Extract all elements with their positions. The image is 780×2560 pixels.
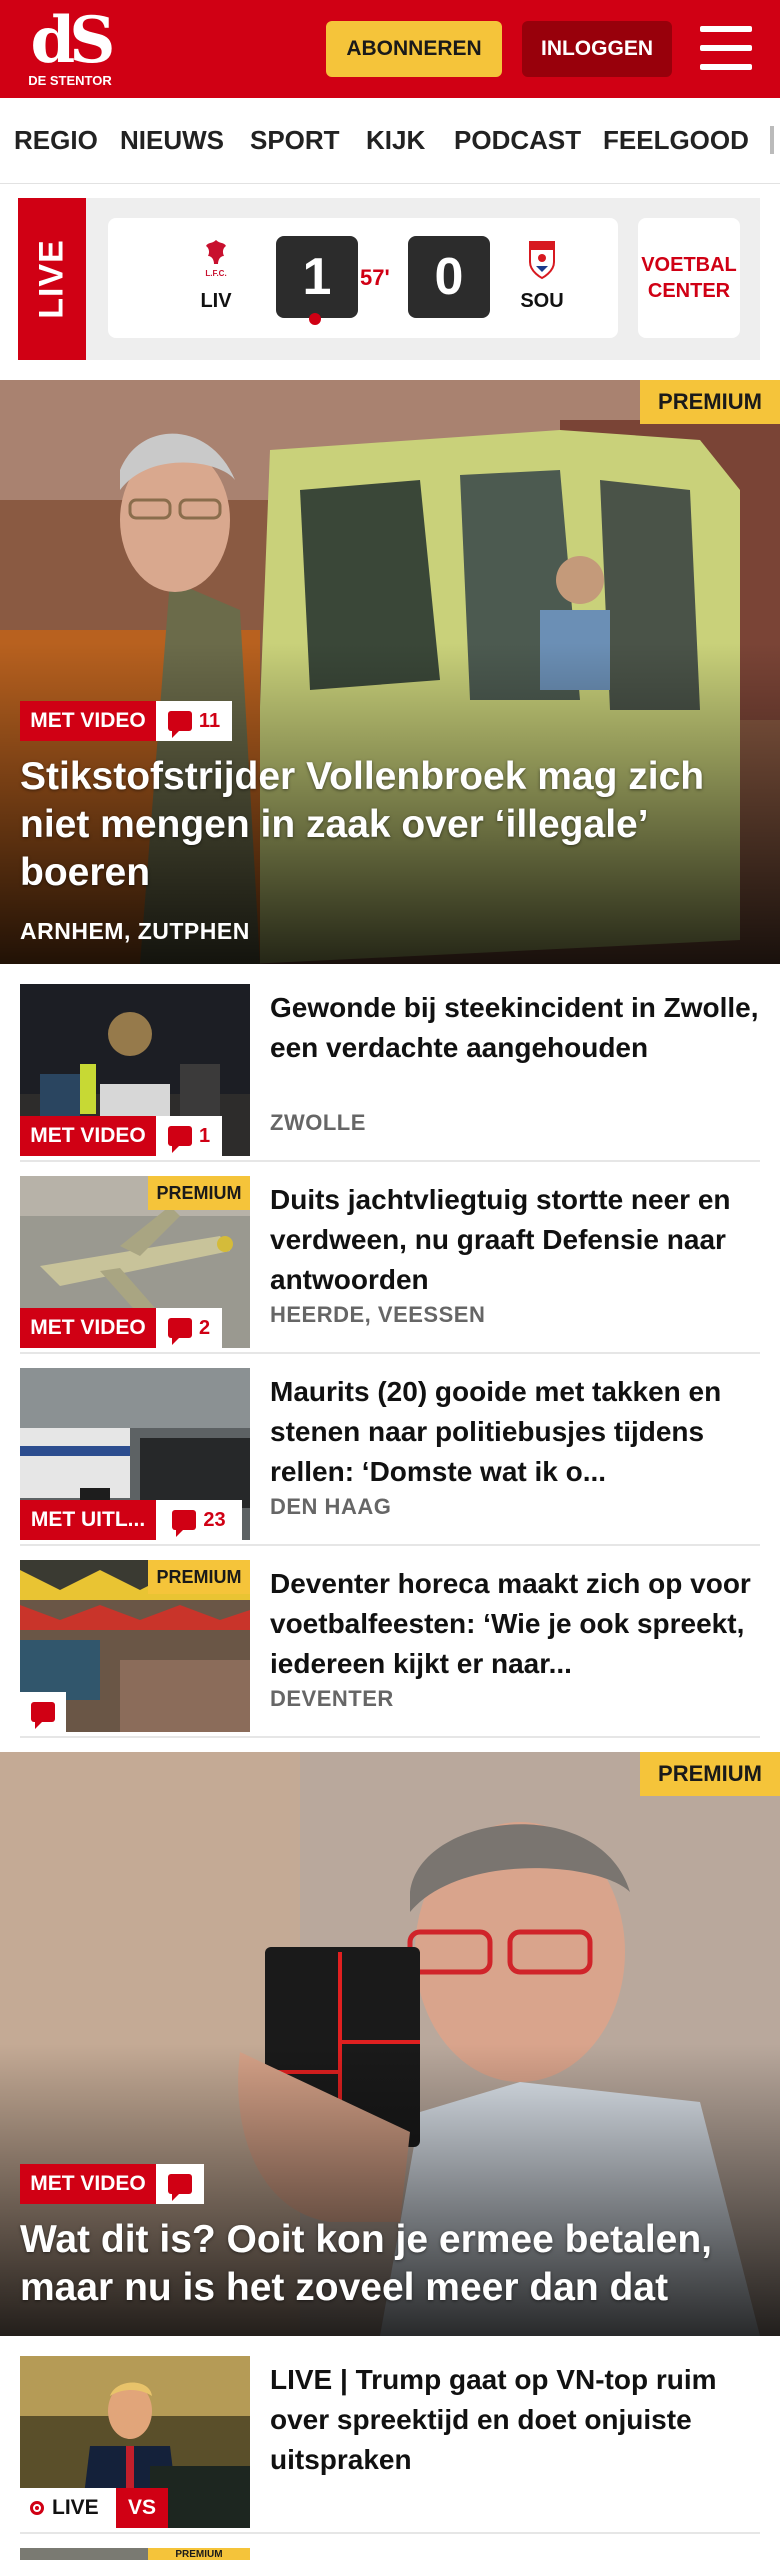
comment-icon-tag[interactable] <box>20 1692 66 1732</box>
article-title[interactable]: LIVE | Trump gaat op VN-top ruim over sp… <box>270 2360 760 2480</box>
comment-icon <box>172 1510 197 1537</box>
video-tag: MET VIDEO <box>20 701 156 741</box>
article-thumbnail: LIVE VS <box>20 2356 250 2528</box>
comment-count[interactable]: 11 <box>156 701 232 741</box>
match-score-card[interactable]: L.F.C. LIV 1 57' 0 SOU <box>108 218 618 338</box>
logo-subtitle: DE STENTOR <box>28 73 112 88</box>
article-location: ZWOLLE <box>270 1110 366 1135</box>
hero-title[interactable]: Stikstofstrijder Vollenbroek mag zich ni… <box>20 753 760 897</box>
live-indicator-dot <box>309 313 321 325</box>
article-title[interactable]: Duits jachtvliegtuig stortte neer en ver… <box>270 1180 760 1300</box>
list-item[interactable]: PREMIUM Deventer horeca maakt zich op vo… <box>20 1560 760 1738</box>
article-thumbnail: MET UITL... 23 <box>20 1368 250 1540</box>
comment-icon <box>31 1702 55 1729</box>
live-badge-label: LIVE <box>52 2496 99 2519</box>
site-header: dS DE STENTOR ABONNEREN INLOGGEN <box>0 0 780 98</box>
hamburger-menu-icon[interactable] <box>700 26 752 70</box>
comment-count[interactable]: 2 <box>156 1308 222 1348</box>
hero-article-2[interactable]: PREMIUM MET VIDEO Wat dit is? Ooit kon j… <box>0 1752 780 2336</box>
nav-item-feelgood[interactable]: FEELGOOD <box>603 125 749 156</box>
liverpool-crest-icon: L.F.C. <box>205 240 227 278</box>
article-title[interactable]: Maurits (20) gooide met takken en stenen… <box>270 1372 760 1492</box>
nav-overflow-indicator <box>770 126 774 154</box>
hero-location: ARNHEM, ZUTPHEN <box>20 918 250 944</box>
live-dot-icon <box>30 2501 44 2515</box>
hero-title[interactable]: Wat dit is? Ooit kon je ermee betalen, m… <box>20 2216 760 2312</box>
comment-count-value: 2 <box>198 1316 211 1339</box>
comment-count-value: 1 <box>198 1124 211 1147</box>
video-tag: MET UITL... <box>20 1500 156 1540</box>
country-badge: VS <box>116 2488 168 2528</box>
video-tag: MET VIDEO <box>20 1308 156 1348</box>
away-score: 0 <box>408 236 490 318</box>
away-team: SOU <box>512 236 572 313</box>
voetbal-center-line2: CENTER <box>647 280 731 302</box>
article-thumbnail: PREMIUM MET VIDEO 2 <box>20 1176 250 1348</box>
logo-mark: dS <box>30 3 116 78</box>
comment-icon-tag[interactable] <box>156 2164 204 2204</box>
hero-article-1[interactable]: PREMIUM MET VIDEO 11 Stikstofstrijder Vo… <box>0 380 780 964</box>
southampton-crest-icon <box>529 241 555 280</box>
premium-badge: PREMIUM <box>640 1752 780 1796</box>
list-item[interactable]: LIVE VS LIVE | Trump gaat op VN-top ruim… <box>20 2356 760 2534</box>
live-badge: LIVE <box>20 2488 116 2528</box>
list-item[interactable]: PREMIUM MET VIDEO 2 Duits jachtvliegtuig… <box>20 1176 760 1354</box>
comment-icon <box>167 711 192 738</box>
home-score: 1 <box>276 236 358 318</box>
article-thumbnail: MET VIDEO 1 <box>20 984 250 1156</box>
comment-count-value: 11 <box>198 709 221 732</box>
site-logo[interactable]: dS DE STENTOR <box>28 3 116 90</box>
away-team-name: SOU <box>520 290 564 312</box>
nav-item-podcast[interactable]: PODCAST <box>454 125 581 156</box>
nav-item-nieuws[interactable]: NIEUWS <box>120 125 224 156</box>
subscribe-button[interactable]: ABONNEREN <box>326 21 502 77</box>
comment-count[interactable]: 1 <box>156 1116 222 1156</box>
premium-badge: PREMIUM <box>148 2548 250 2560</box>
article-thumbnail: PREMIUM <box>20 2548 250 2560</box>
nav-item-kijk[interactable]: KIJK <box>366 125 425 156</box>
live-tab: LIVE <box>18 198 86 360</box>
match-minute: 57' <box>360 265 390 290</box>
article-location: DEVENTER <box>270 1686 394 1711</box>
live-tab-label: LIVE <box>32 239 71 319</box>
comment-count[interactable]: 23 <box>156 1500 242 1540</box>
article-title[interactable]: Gewonde bij steekincident in Zwolle, een… <box>270 988 760 1108</box>
svg-text:L.F.C.: L.F.C. <box>205 269 226 278</box>
premium-badge: PREMIUM <box>148 1176 250 1210</box>
comment-icon <box>167 1318 192 1345</box>
live-score-widget: LIVE L.F.C. LIV 1 57' 0 SOU VOETBAL CENT… <box>18 198 760 360</box>
list-item[interactable]: MET UITL... 23 Maurits (20) gooide met t… <box>20 1368 760 1546</box>
article-title[interactable]: Deventer horeca maakt zich op voor voetb… <box>270 1564 760 1684</box>
comment-count-value: 23 <box>203 1508 226 1531</box>
comment-icon <box>167 1126 192 1153</box>
list-item[interactable]: PREMIUM <box>20 2548 760 2560</box>
article-location: HEERDE, VEESSEN <box>270 1302 486 1327</box>
home-team: L.F.C. LIV <box>186 236 246 313</box>
home-team-name: LIV <box>200 290 232 312</box>
voetbal-center-line1: VOETBAL <box>641 254 737 276</box>
voetbal-center-link[interactable]: VOETBAL CENTER <box>638 218 740 338</box>
premium-badge: PREMIUM <box>148 1560 250 1594</box>
login-button[interactable]: INLOGGEN <box>522 21 672 77</box>
nav-item-sport[interactable]: SPORT <box>250 125 340 156</box>
list-item[interactable]: MET VIDEO 1 Gewonde bij steekincident in… <box>20 984 760 1162</box>
comment-icon <box>168 2174 192 2201</box>
premium-badge: PREMIUM <box>640 380 780 424</box>
article-location: DEN HAAG <box>270 1494 392 1519</box>
video-tag: MET VIDEO <box>20 2164 156 2204</box>
video-tag: MET VIDEO <box>20 1116 156 1156</box>
article-thumbnail: PREMIUM <box>20 1560 250 1732</box>
section-nav: REGIO NIEUWS SPORT KIJK PODCAST FEELGOOD <box>0 98 780 184</box>
nav-item-regio[interactable]: REGIO <box>14 125 98 156</box>
